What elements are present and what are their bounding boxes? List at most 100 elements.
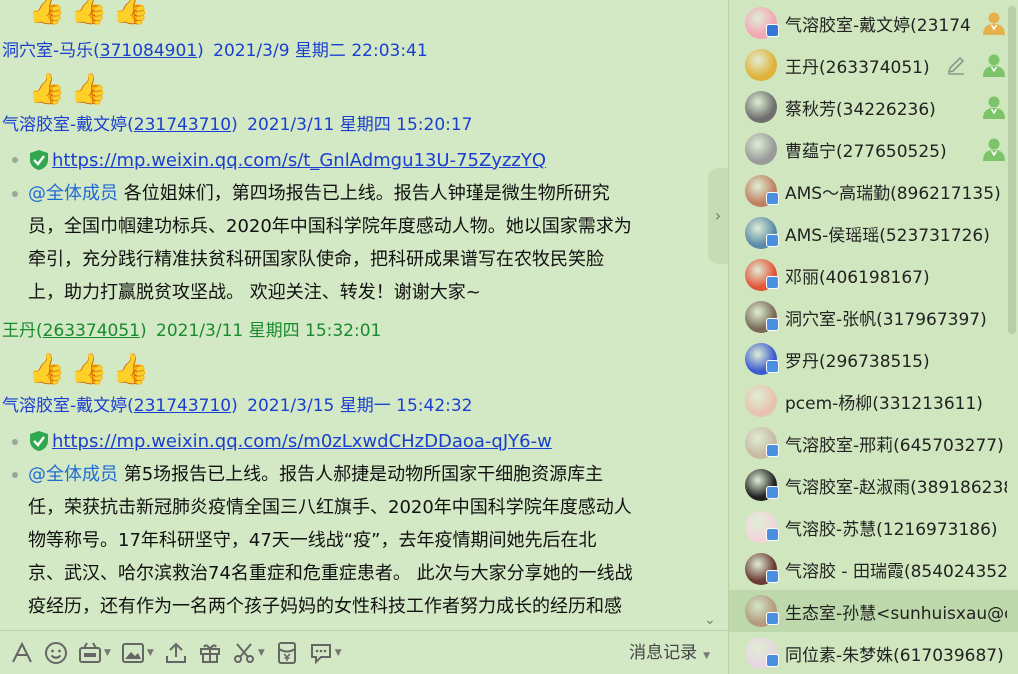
upload-button[interactable]	[164, 631, 188, 674]
bullet-dot	[12, 191, 18, 197]
bullet-dot	[12, 472, 18, 478]
member-row[interactable]: 气溶胶室-赵淑雨(389186238	[729, 464, 1018, 506]
message-link-row: https://mp.weixin.qq.com/s/t_GnlAdmgu13U…	[28, 148, 546, 172]
message-history-button[interactable]: 消息记录 ▼	[629, 631, 710, 674]
member-name[interactable]: 同位素-朱梦姝(617039687)	[785, 641, 1007, 666]
message-emoji-row: 👍 👍 👍	[28, 0, 149, 28]
member-row[interactable]: AMS～高瑞勤(896217135)	[729, 170, 1018, 212]
collapse-panel-handle[interactable]: ›	[708, 168, 728, 264]
member-row[interactable]: 曹蕴宁(277650525)	[729, 128, 1018, 170]
mention-all[interactable]: @全体成员	[28, 464, 118, 485]
sender-name[interactable]: 气溶胶室-戴文婷	[2, 396, 127, 416]
message-header: 气溶胶室-戴文婷(231743710) 2021/3/11 星期四 15:20:…	[2, 115, 473, 135]
group-member-list[interactable]: 气溶胶室-戴文婷(23174 王丹(263374051) 蔡秋芳(34226236)…	[728, 0, 1018, 674]
verified-shield-icon	[30, 431, 48, 451]
member-name[interactable]: 蔡秋芳(34226236)	[785, 95, 1007, 120]
sender-qq-link[interactable]: 231743710	[134, 115, 231, 135]
dropdown-arrow-icon[interactable]: ▼	[335, 648, 342, 658]
message-timestamp: 2021/3/9 星期二 22:03:41	[213, 41, 428, 61]
emoji-icon	[45, 641, 67, 664]
member-avatar[interactable]	[745, 385, 777, 417]
member-name[interactable]: 气溶胶室-戴文婷(23174	[785, 11, 1007, 36]
message-header: 洞穴室-马乐(371084901) 2021/3/9 星期二 22:03:41	[2, 41, 428, 61]
member-name[interactable]: 罗丹(296738515)	[785, 347, 1007, 372]
member-name[interactable]: AMS-侯瑶瑶(523731726)	[785, 221, 1007, 246]
message-timestamp: 2021/3/15 星期一 15:42:32	[247, 396, 473, 416]
member-row[interactable]: 气溶胶室-邢莉(645703277)	[729, 422, 1018, 464]
emoji-button[interactable]	[44, 631, 68, 674]
upload-icon	[165, 642, 186, 663]
screenshot-button[interactable]: ▼	[232, 631, 265, 674]
sender-qq-link[interactable]: 263374051	[43, 321, 140, 341]
message-timestamp: 2021/3/11 星期四 15:32:01	[156, 321, 382, 341]
gif-button[interactable]: ▼	[78, 631, 111, 674]
sender-name[interactable]: 气溶胶室-戴文婷	[2, 115, 127, 135]
member-name[interactable]: 生态室-孙慧<sunhuisxau@qq	[785, 599, 1007, 624]
member-row[interactable]: 罗丹(296738515)	[729, 338, 1018, 380]
member-name[interactable]: 邓丽(406198167)	[785, 263, 1007, 288]
device-badge-icon	[766, 318, 779, 331]
dropdown-arrow-icon[interactable]: ▼	[147, 648, 154, 658]
member-row[interactable]: 气溶胶-苏慧(1216973186)	[729, 506, 1018, 548]
member-name[interactable]: pcem-杨柳(331213611)	[785, 389, 1007, 414]
device-badge-icon	[766, 528, 779, 541]
admin-person-icon	[983, 96, 1005, 119]
message-emoji-row: 👍 👍 👍	[28, 352, 149, 388]
member-avatar[interactable]	[745, 133, 777, 165]
chat-bubble-button[interactable]: ▼	[309, 631, 342, 674]
member-name[interactable]: 王丹(263374051)	[785, 53, 1007, 78]
sender-qq-link[interactable]: 371084901	[100, 41, 197, 61]
member-name[interactable]: 气溶胶室-邢莉(645703277)	[785, 431, 1007, 456]
member-row[interactable]: 气溶胶 - 田瑞霞(854024352)	[729, 548, 1018, 590]
sender-name[interactable]: 洞穴室-马乐	[2, 41, 93, 61]
member-row[interactable]: 洞穴室-张帆(317967397)	[729, 296, 1018, 338]
member-avatar[interactable]	[745, 91, 777, 123]
scroll-to-bottom-icon[interactable]: ⌄	[704, 612, 716, 628]
mention-all[interactable]: @全体成员	[28, 183, 118, 204]
member-avatar[interactable]	[745, 49, 777, 81]
member-row[interactable]: 气溶胶室-戴文婷(23174	[729, 2, 1018, 44]
member-name[interactable]: AMS～高瑞勤(896217135)	[785, 179, 1007, 204]
input-toolbar: ▼ ▼ ▼ ▼ 消息记录 ▼	[0, 630, 728, 674]
member-row[interactable]: 王丹(263374051)	[729, 44, 1018, 86]
image-button[interactable]: ▼	[121, 631, 154, 674]
message-emoji-row: 👍 👍	[28, 72, 107, 108]
gift-icon	[199, 643, 220, 663]
edit-pencil-icon[interactable]	[945, 54, 967, 76]
message-header: 气溶胶室-戴文婷(231743710) 2021/3/15 星期一 15:42:…	[2, 396, 473, 416]
sender-qq-link[interactable]: 231743710	[134, 396, 231, 416]
font-button[interactable]	[10, 631, 34, 674]
member-name[interactable]: 气溶胶室-赵淑雨(389186238	[785, 473, 1007, 498]
message-timestamp: 2021/3/11 星期四 15:20:17	[247, 115, 473, 135]
member-row[interactable]: AMS-侯瑶瑶(523731726)	[729, 212, 1018, 254]
scissors-icon	[233, 642, 254, 663]
member-row[interactable]: 生态室-孙慧<sunhuisxau@qq	[729, 590, 1018, 632]
message-text: @全体成员 各位姐妹们，第四场报告已上线。报告人钟瑾是微生物所研究 员，全国巾帼…	[28, 183, 632, 303]
dropdown-arrow-icon[interactable]: ▼	[104, 648, 111, 658]
sender-name[interactable]: 王丹	[2, 321, 36, 341]
device-badge-icon	[766, 276, 779, 289]
red-packet-button[interactable]	[275, 631, 299, 674]
owner-person-icon	[983, 12, 1005, 35]
member-row[interactable]: 邓丽(406198167)	[729, 254, 1018, 296]
message-header: 王丹(263374051) 2021/3/11 星期四 15:32:01	[2, 321, 382, 341]
member-row[interactable]: 同位素-朱梦姝(617039687)	[729, 632, 1018, 674]
chat-message-area[interactable]: 👍 👍 👍 洞穴室-马乐(371084901) 2021/3/9 星期二 22:…	[0, 0, 728, 630]
message-link[interactable]: https://mp.weixin.qq.com/s/m0zLxwdCHzDDa…	[52, 431, 552, 452]
member-row[interactable]: 蔡秋芳(34226236)	[729, 86, 1018, 128]
thumbs-up-icon: 👍	[70, 352, 108, 387]
message-text: @全体成员 第5场报告已上线。报告人郝捷是动物所国家干细胞资源库主 任，荣获抗击…	[28, 464, 633, 617]
dropdown-arrow-icon[interactable]: ▼	[258, 648, 265, 658]
message-link[interactable]: https://mp.weixin.qq.com/s/t_GnlAdmgu13U…	[52, 150, 546, 171]
device-badge-icon	[766, 360, 779, 373]
member-name[interactable]: 曹蕴宁(277650525)	[785, 137, 1007, 162]
device-badge-icon	[766, 654, 779, 667]
member-name[interactable]: 气溶胶-苏慧(1216973186)	[785, 515, 1007, 540]
bullet-dot	[12, 157, 18, 163]
gift-button[interactable]	[198, 631, 222, 674]
member-name[interactable]: 气溶胶 - 田瑞霞(854024352)	[785, 557, 1007, 582]
member-row[interactable]: pcem-杨柳(331213611)	[729, 380, 1018, 422]
admin-person-icon	[983, 54, 1005, 77]
font-icon	[12, 641, 32, 662]
member-name[interactable]: 洞穴室-张帆(317967397)	[785, 305, 1007, 330]
